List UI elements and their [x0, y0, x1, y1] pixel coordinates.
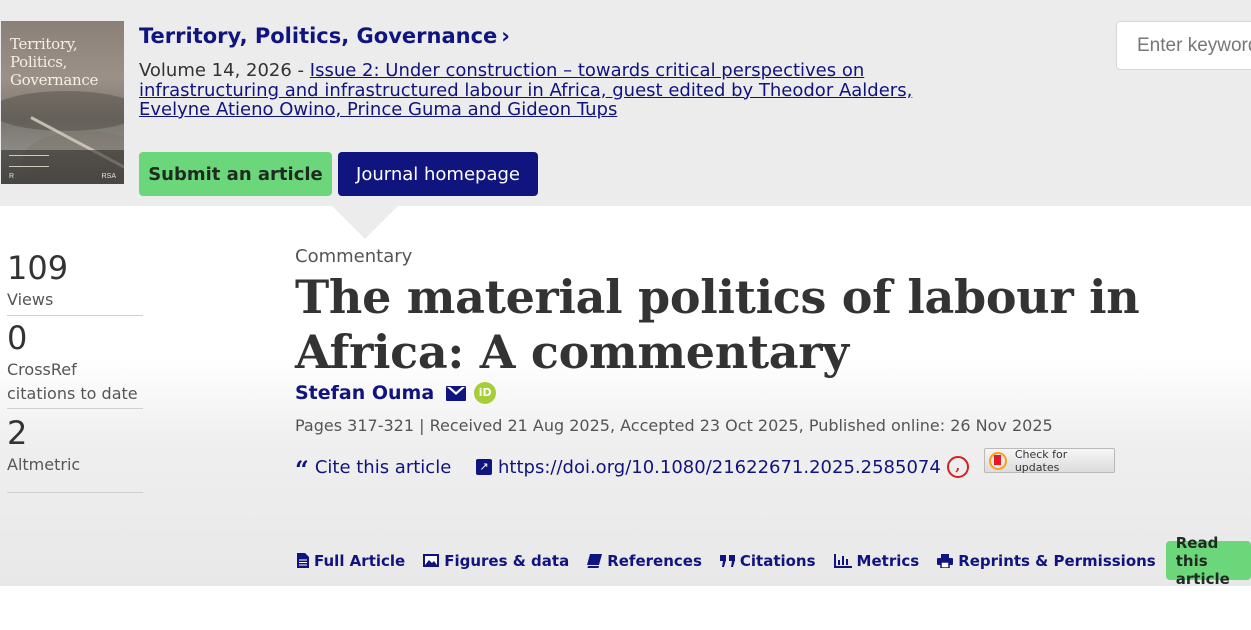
search-input[interactable] — [1116, 21, 1251, 70]
tab-full-article[interactable]: Full Article — [297, 552, 405, 570]
crossmark-icon[interactable]: , — [946, 456, 969, 478]
doi-link[interactable]: https://doi.org/10.1080/21622671.2025.25… — [498, 457, 941, 478]
external-link-icon: ↗ — [476, 459, 492, 475]
quote-icon: “ — [295, 455, 309, 484]
publisher-logo: R — [9, 173, 15, 180]
tab-label: Reprints & Permissions — [958, 551, 1156, 570]
image-icon — [423, 554, 440, 567]
journal-homepage-button[interactable]: Journal homepage — [338, 152, 538, 196]
banner-pointer — [331, 205, 399, 239]
metric-value: 2 — [7, 414, 28, 452]
cite-article-link[interactable]: “ Cite this article — [295, 455, 452, 484]
tab-label: Citations — [739, 551, 816, 570]
metric-altmetric[interactable]: 2 Altmetric — [7, 409, 143, 493]
journal-banner: Territory, Politics, Governance R RSA Terr… — [0, 0, 1251, 206]
page: Territory, Politics, Governance R RSA Terr… — [0, 0, 1251, 630]
journal-cover[interactable]: Territory, Politics, Governance R RSA — [1, 21, 124, 184]
cover-footer-lines — [9, 155, 49, 167]
article-type: Commentary — [295, 246, 413, 267]
author-row: Stefan Ouma iD — [295, 382, 497, 404]
rsa-logo: RSA — [101, 173, 116, 180]
volume-prefix: Volume 14, 2026 - — [139, 60, 310, 81]
tab-label: Metrics — [856, 551, 920, 570]
metric-label: Views — [7, 290, 54, 309]
document-icon — [297, 553, 309, 568]
bar-chart-icon — [833, 553, 852, 568]
check-for-updates-button[interactable]: Check for updates — [984, 447, 1115, 474]
publication-dates: Pages 317-321 | Received 21 Aug 2025, Ac… — [295, 416, 1053, 435]
article-tabs: Full Article Figures & data References C… — [297, 534, 1251, 588]
tab-label: References — [607, 551, 702, 570]
metric-crossref[interactable]: 0 CrossRef citations to date — [7, 316, 143, 409]
tab-reprints-permissions[interactable]: Reprints & Permissions — [937, 552, 1156, 570]
email-icon[interactable] — [446, 385, 467, 401]
tab-label: Full Article — [314, 551, 406, 570]
tab-label: Figures & data — [444, 551, 570, 570]
submit-article-button[interactable]: Submit an article — [139, 152, 332, 196]
tab-citations[interactable]: Citations — [719, 551, 816, 570]
book-icon — [587, 553, 603, 568]
metric-value: 0 — [7, 319, 28, 357]
metric-label: Altmetric — [7, 455, 81, 474]
article-metrics: 109 Views 0 CrossRef citations to date 2… — [7, 248, 143, 493]
tab-references[interactable]: References — [587, 552, 702, 570]
quote-icon — [719, 554, 735, 567]
orcid-icon[interactable]: iD — [474, 382, 497, 404]
cover-art-ridge — [1, 91, 124, 131]
metric-label: CrossRef citations to date — [7, 360, 138, 403]
tab-metrics[interactable]: Metrics — [833, 551, 920, 570]
read-article-button[interactable]: Read this article — [1165, 534, 1251, 588]
cover-title: Territory, Politics, Governance — [10, 35, 99, 89]
article-header — [0, 206, 1251, 586]
metric-value: 109 — [7, 249, 69, 287]
author-name[interactable]: Stefan Ouma — [295, 382, 434, 404]
chevron-right-icon: › — [501, 24, 510, 48]
journal-title: Territory, Politics, Governance — [139, 24, 498, 48]
article-title: The material politics of labour in Afric… — [295, 270, 1140, 379]
journal-title-link[interactable]: Territory, Politics, Governance › — [139, 24, 510, 48]
metric-views: 109 Views — [7, 248, 143, 316]
tab-figures-data[interactable]: Figures & data — [423, 552, 569, 570]
crossmark-badge-icon — [989, 451, 1007, 470]
check-updates-label: Check for updates — [1014, 447, 1068, 474]
issue-info: Volume 14, 2026 - Issue 2: Under constru… — [139, 61, 939, 120]
cite-label: Cite this article — [314, 456, 452, 478]
print-icon — [937, 553, 954, 568]
doi-row: ↗ https://doi.org/10.1080/21622671.2025.… — [476, 456, 969, 478]
cover-footer: R RSA — [1, 150, 124, 184]
